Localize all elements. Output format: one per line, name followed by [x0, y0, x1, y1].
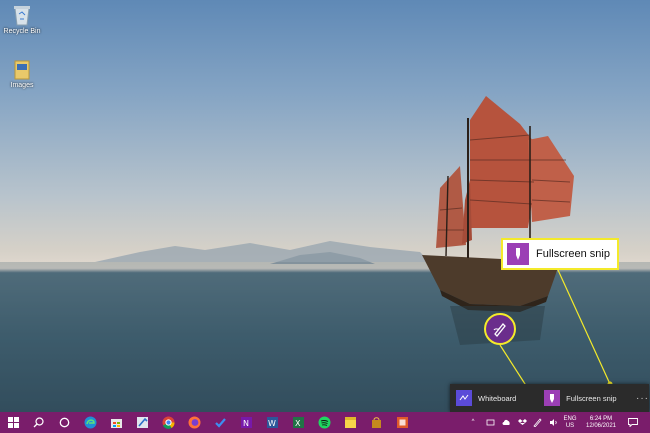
tray-dropbox-button[interactable]: [516, 412, 528, 433]
store-icon: [110, 419, 122, 428]
svg-text:X: X: [295, 419, 301, 428]
clock-date: 12/06/2021: [585, 422, 617, 429]
word-icon: W: [266, 417, 278, 428]
wallpaper-scene: [0, 96, 650, 415]
taskbar-app-word[interactable]: W: [262, 412, 282, 433]
pen-icon: [532, 418, 542, 427]
shop-bag-icon: [371, 417, 381, 428]
tray-network-button[interactable]: [484, 412, 496, 433]
notifications-icon: [628, 418, 638, 427]
taskbar-app-snip-sketch[interactable]: [132, 412, 152, 433]
volume-icon: [549, 419, 557, 426]
cloud-icon: [502, 419, 510, 425]
taskbar-app-edge[interactable]: [80, 412, 100, 433]
taskbar-app-shop[interactable]: [366, 412, 386, 433]
todo-icon: [214, 418, 226, 428]
network-icon: [486, 419, 494, 426]
desktop-icon-recycle-bin[interactable]: Recycle Bin: [0, 4, 44, 35]
start-button[interactable]: [3, 412, 23, 433]
pen-menu-label: Fullscreen snip: [566, 393, 617, 403]
search-icon: [33, 417, 44, 428]
taskbar: N W X ^ ENG US 6:24 PM 12/06/2021: [0, 412, 650, 433]
whiteboard-icon: [456, 390, 472, 406]
taskbar-app-chrome[interactable]: [158, 412, 178, 433]
pen-menu-label: Whiteboard: [478, 393, 517, 403]
sticky-notes-icon: [344, 417, 356, 428]
desktop-wallpaper: Recycle Bin Images Fullscreen snip White…: [0, 0, 650, 433]
callout-label: Fullscreen snip: [536, 248, 610, 260]
taskbar-app-spotify[interactable]: [314, 412, 334, 433]
more-options-button[interactable]: ···: [636, 393, 649, 404]
language-indicator[interactable]: ENG US: [561, 412, 579, 433]
clock-time: 6:24 PM: [589, 415, 613, 422]
clock[interactable]: 6:24 PM 12/06/2021: [584, 412, 618, 433]
svg-text:N: N: [243, 419, 249, 428]
svg-text:W: W: [268, 419, 276, 428]
action-center-button[interactable]: [626, 412, 640, 433]
region-code: US: [565, 422, 575, 429]
fullscreen-snip-callout: Fullscreen snip: [501, 238, 619, 270]
chrome-icon: [162, 416, 175, 429]
camera-icon: [396, 417, 408, 428]
pen-menu-highlight: [484, 313, 516, 345]
folder-icon: [14, 60, 30, 80]
pen-menu-item-whiteboard[interactable]: Whiteboard: [450, 384, 532, 412]
excel-icon: X: [292, 417, 304, 428]
recycle-bin-icon: [14, 6, 30, 26]
snip-icon: [507, 243, 529, 265]
taskbar-app-onenote[interactable]: N: [236, 412, 256, 433]
start-icon: [7, 417, 19, 428]
taskbar-app-excel[interactable]: X: [288, 412, 308, 433]
desktop-icon-images[interactable]: Images: [0, 58, 44, 89]
tray-volume-button[interactable]: [547, 412, 559, 433]
cortana-icon: [59, 417, 69, 428]
tray-dropbox-button[interactable]: [500, 412, 512, 433]
spotify-icon: [318, 416, 330, 429]
pen-menu-popup: Whiteboard Fullscreen snip ···: [450, 384, 649, 412]
search-button[interactable]: [28, 412, 48, 433]
snip-sketch-icon: [136, 417, 148, 428]
pen-menu-item-fullscreen-snip[interactable]: Fullscreen snip: [538, 384, 632, 412]
dropbox-icon: [517, 419, 527, 425]
cortana-button[interactable]: [54, 412, 74, 433]
edge-icon: [84, 416, 96, 429]
snip-icon: [544, 390, 561, 406]
tray-pen-menu-button[interactable]: [531, 412, 543, 433]
taskbar-app-camera[interactable]: [392, 412, 412, 433]
show-hidden-icons-button[interactable]: ^: [468, 412, 478, 433]
desktop-icon-label: Images: [10, 82, 34, 89]
pen-icon: [493, 323, 506, 337]
firefox-icon: [188, 416, 200, 429]
taskbar-app-store[interactable]: [106, 412, 126, 433]
taskbar-app-firefox[interactable]: [184, 412, 204, 433]
desktop-icon-label: Recycle Bin: [3, 28, 41, 35]
taskbar-app-todo[interactable]: [210, 412, 230, 433]
language-code: ENG: [563, 415, 577, 422]
taskbar-app-sticky-notes[interactable]: [340, 412, 360, 433]
onenote-icon: N: [240, 417, 252, 428]
